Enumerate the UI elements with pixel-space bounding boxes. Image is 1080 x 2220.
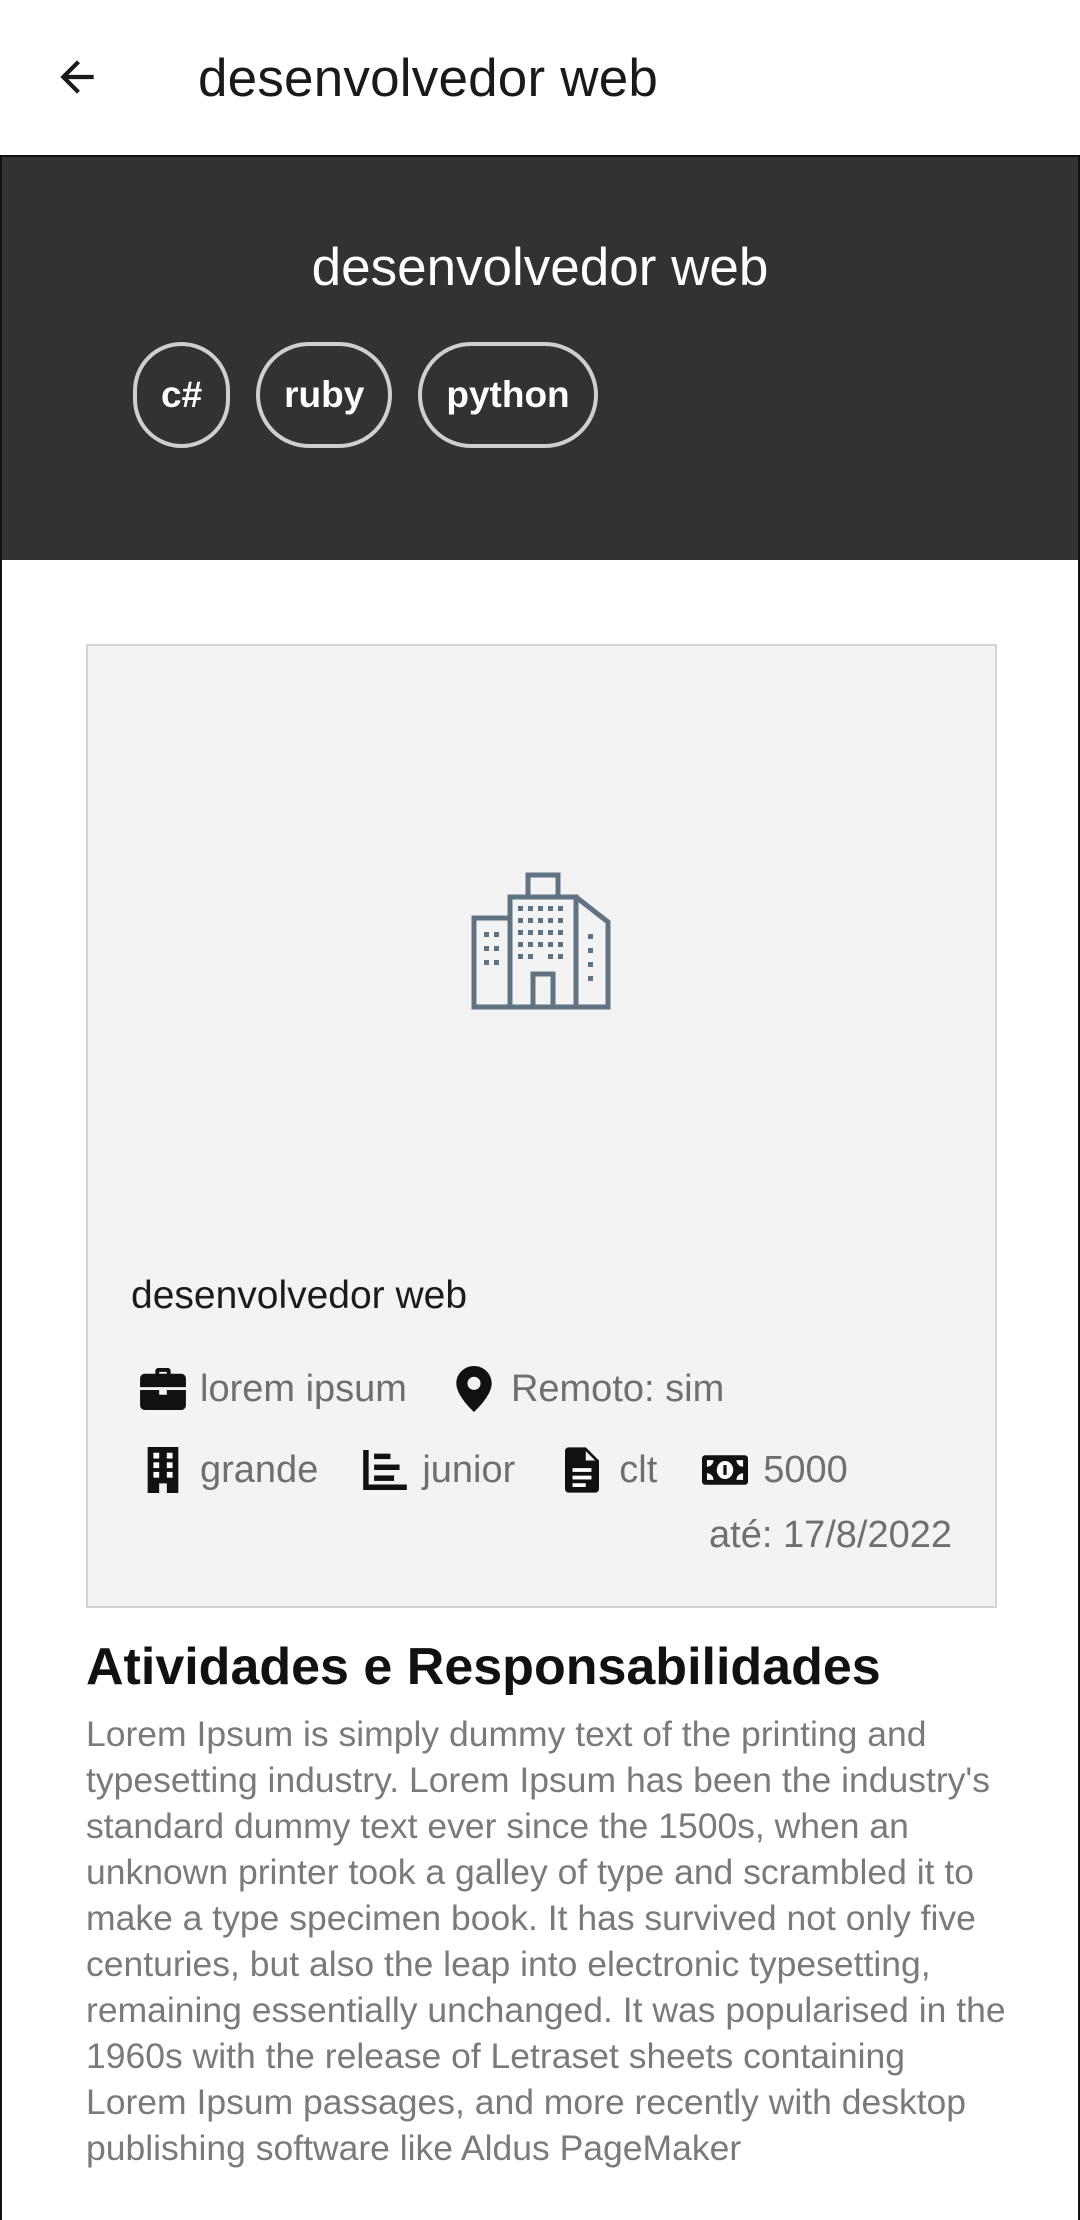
company-name: lorem ipsum (200, 1367, 407, 1410)
money-icon (701, 1447, 749, 1493)
level-info: junior (362, 1447, 515, 1493)
deadline-date: até: 17/8/2022 (709, 1514, 952, 1556)
briefcase-icon (140, 1366, 186, 1412)
contract-type: clt (619, 1448, 658, 1491)
job-detail-content: desenvolvedor web c# ruby python desenvo… (0, 155, 1080, 2220)
page-title: desenvolvedor web (198, 49, 659, 108)
company-size: grande (200, 1448, 319, 1491)
hero-job-title: desenvolvedor web (311, 238, 769, 297)
map-pin-icon (451, 1366, 497, 1412)
bar-chart-icon (362, 1447, 408, 1493)
salary-info: 5000 (701, 1447, 848, 1493)
job-meta-row-2: grande junior clt 5000 (140, 1447, 892, 1493)
building-icon (471, 872, 610, 1010)
tag-list: c# ruby python (133, 342, 598, 448)
remote-info: Remoto: sim (451, 1366, 724, 1412)
job-level: junior (422, 1448, 516, 1491)
tag-chip[interactable]: c# (133, 342, 231, 448)
back-button[interactable] (40, 35, 114, 119)
salary-value: 5000 (763, 1448, 848, 1491)
contract-info: clt (559, 1447, 657, 1493)
tag-chip[interactable]: python (418, 342, 598, 448)
job-meta-row-1: lorem ipsum Remoto: sim (140, 1366, 768, 1412)
app-bar: desenvolvedor web (0, 0, 1080, 155)
company-info: lorem ipsum (140, 1366, 407, 1412)
office-building-icon (140, 1447, 186, 1493)
company-illustration (88, 646, 995, 1236)
company-size-info: grande (140, 1447, 318, 1493)
job-hero-header: desenvolvedor web c# ruby python (2, 157, 1078, 560)
card-job-title: desenvolvedor web (131, 1274, 468, 1317)
arrow-left-icon (60, 60, 94, 94)
job-card: desenvolvedor web lorem ipsum Remoto: si… (86, 644, 997, 1608)
tag-chip[interactable]: ruby (256, 342, 393, 448)
responsibilities-text: Lorem Ipsum is simply dummy text of the … (86, 1714, 1006, 2168)
remote-status: Remoto: sim (510, 1367, 725, 1410)
document-icon (559, 1447, 605, 1493)
responsibilities-heading: Atividades e Responsabilidades (86, 1638, 881, 1696)
